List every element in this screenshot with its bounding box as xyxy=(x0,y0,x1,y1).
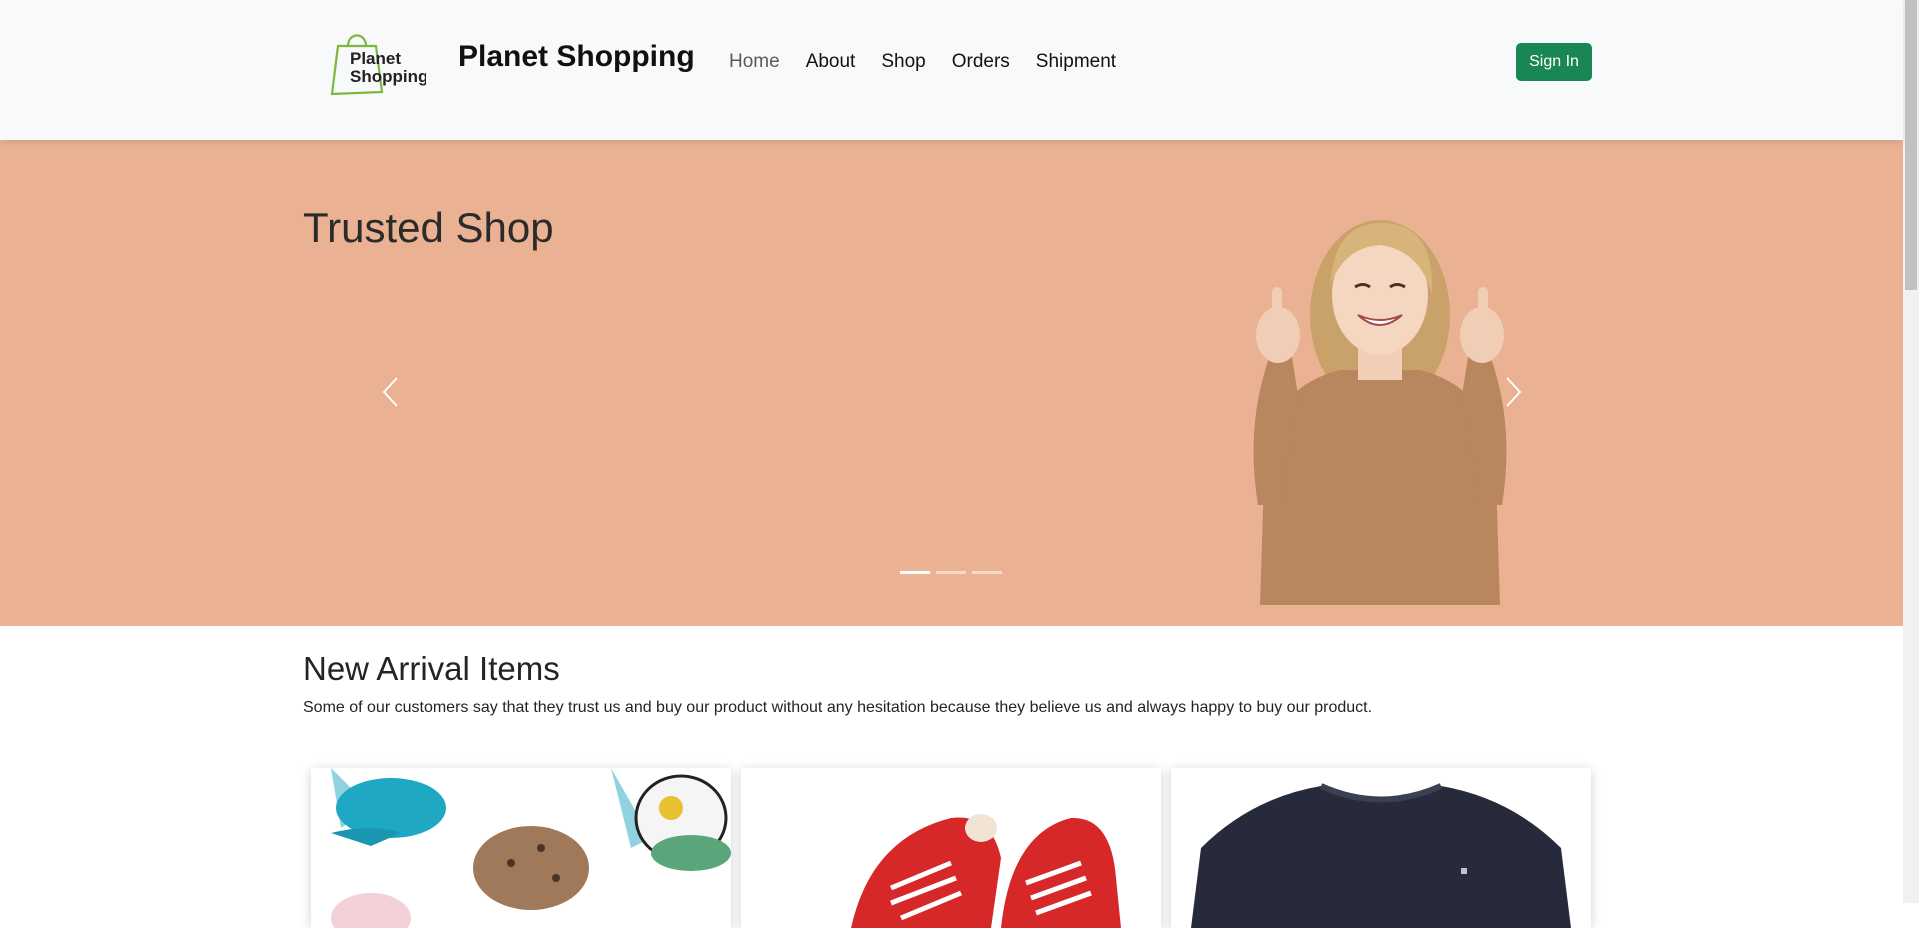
nav-link-shop[interactable]: Shop xyxy=(881,51,925,73)
sneakers-image xyxy=(851,814,1121,928)
brand-logo[interactable]: Planet Shopping xyxy=(330,28,428,96)
section-description: Some of our customers say that they trus… xyxy=(303,699,1373,716)
sign-in-button[interactable]: Sign In xyxy=(1516,43,1592,81)
svg-text:Planet: Planet xyxy=(350,49,401,68)
carousel-indicator-2[interactable] xyxy=(936,571,966,574)
hero-carousel: Trusted Shop xyxy=(0,140,1903,626)
product-card-sneakers[interactable] xyxy=(741,768,1161,928)
svg-text:Shopping: Shopping xyxy=(350,67,426,86)
carousel-prev-button[interactable] xyxy=(372,372,412,412)
carousel-indicator-3[interactable] xyxy=(972,571,1002,574)
chevron-right-icon xyxy=(1506,377,1522,407)
carousel-indicator-1[interactable] xyxy=(900,571,930,574)
hero-title: Trusted Shop xyxy=(303,204,554,251)
nav-link-about[interactable]: About xyxy=(806,51,856,73)
tshirt-image xyxy=(1191,783,1571,928)
product-cards xyxy=(311,768,1591,928)
carousel-indicators xyxy=(900,571,1002,574)
nav-link-home[interactable]: Home xyxy=(729,51,780,73)
carousel-next-button[interactable] xyxy=(1492,372,1532,412)
nav-links: Home About Shop Orders Shipment xyxy=(729,51,1142,73)
page-scrollbar[interactable] xyxy=(1903,0,1919,903)
chevron-left-icon xyxy=(382,377,398,407)
caps-image xyxy=(331,768,731,928)
product-card-tshirt[interactable] xyxy=(1171,768,1591,928)
nav-link-shipment[interactable]: Shipment xyxy=(1036,51,1116,73)
brand-name[interactable]: Planet Shopping xyxy=(458,40,695,74)
scrollbar-thumb[interactable] xyxy=(1905,0,1917,290)
section-title: New Arrival Items xyxy=(303,650,560,687)
product-card-caps[interactable] xyxy=(311,768,731,928)
nav-link-orders[interactable]: Orders xyxy=(952,51,1010,73)
navbar: Planet Shopping Planet Shopping Home Abo… xyxy=(0,0,1903,140)
